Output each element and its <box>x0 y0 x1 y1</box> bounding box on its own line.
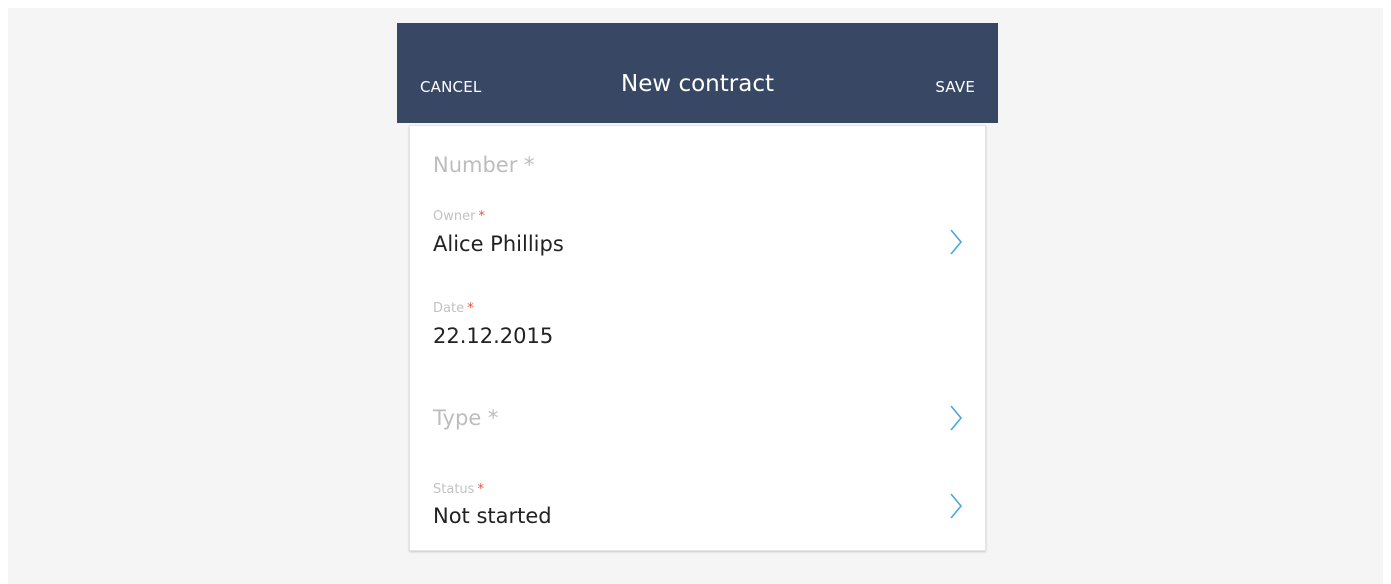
type-field[interactable]: Type * <box>410 376 985 462</box>
chevron-right-icon[interactable] <box>949 404 963 432</box>
page-title: New contract <box>620 71 774 97</box>
owner-label: Owner * <box>433 209 485 224</box>
owner-value: Alice Phillips <box>433 232 564 256</box>
owner-field[interactable]: Owner * Alice Phillips <box>410 196 985 284</box>
save-button[interactable]: SAVE <box>935 78 975 96</box>
number-field[interactable]: Number * <box>410 126 985 196</box>
date-value: 22.12.2015 <box>433 324 554 348</box>
required-marker: * <box>477 482 484 497</box>
type-placeholder: Type * <box>433 406 499 430</box>
date-label: Date * <box>433 301 474 316</box>
date-field[interactable]: Date * 22.12.2015 <box>410 284 985 376</box>
mobile-form-screen: CANCEL New contract SAVE Number * Owner *… <box>397 23 998 584</box>
required-marker: * <box>467 301 474 316</box>
contract-form: Number * Owner * Alice Phillips Date * 22.… <box>409 125 986 551</box>
chevron-right-icon[interactable] <box>949 228 963 256</box>
status-value: Not started <box>433 504 552 528</box>
status-field[interactable]: Status * Not started <box>410 462 985 550</box>
chevron-right-icon[interactable] <box>949 492 963 520</box>
header-bar: CANCEL New contract SAVE <box>397 23 998 123</box>
required-marker: * <box>478 209 485 224</box>
number-placeholder: Number * <box>433 153 535 177</box>
status-label: Status * <box>433 482 484 497</box>
